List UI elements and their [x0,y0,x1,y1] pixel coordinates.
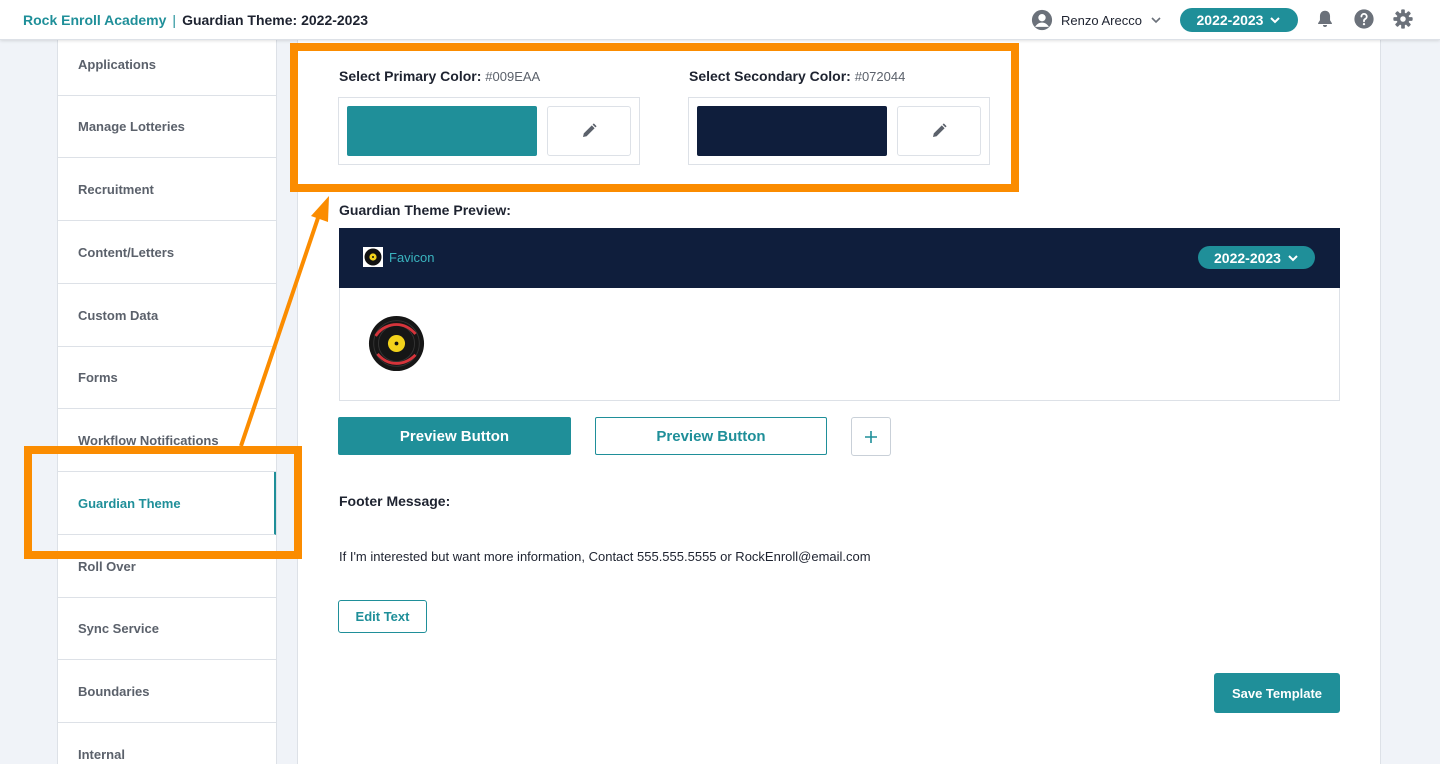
preview-body [339,288,1340,401]
sidebar-item-custom-data[interactable]: Custom Data [58,284,276,347]
preview-primary-button[interactable]: Preview Button [338,417,571,455]
bell-icon[interactable] [1314,8,1336,30]
sidebar-item-sync-service[interactable]: Sync Service [58,597,276,660]
secondary-color-swatch[interactable] [697,106,887,156]
preview-favicon: Favicon [363,247,435,267]
sidebar-item-boundaries[interactable]: Boundaries [58,660,276,723]
sidebar-item-internal[interactable]: Internal [58,723,276,764]
sidebar-item-guardian-theme[interactable]: Guardian Theme [58,472,276,535]
gear-icon[interactable] [1392,8,1414,30]
preview-year-selector[interactable]: 2022-2023 [1198,246,1315,269]
sidebar-item-content-letters[interactable]: Content/Letters [58,221,276,284]
preview-outline-button[interactable]: Preview Button [595,417,827,455]
sidebar-item-label: Boundaries [78,683,150,699]
plus-icon [865,430,877,443]
school-logo-icon [368,315,425,372]
sidebar-item-label: Guardian Theme [78,495,181,511]
top-bar: Rock Enroll Academy | Guardian Theme: 2022… [0,0,1440,40]
secondary-color-title: Select Secondary Color: [689,68,851,84]
user-icon [1031,9,1053,31]
sidebar-item-label: Roll Over [78,558,136,574]
edit-secondary-color-button[interactable] [897,106,981,156]
user-menu[interactable]: Renzo Arecco [1031,9,1162,31]
chevron-down-icon [1270,17,1281,24]
sidebar-item-label: Sync Service [78,620,159,636]
sidebar-item-label: Internal [78,746,125,762]
footer-message-text: If I'm interested but want more informat… [339,549,871,564]
add-preview-button[interactable] [851,417,891,456]
primary-color-hex: #009EAA [485,69,541,84]
sidebar-item-label: Custom Data [78,307,159,323]
footer-message-title: Footer Message: [339,493,451,509]
favicon-record-icon [363,247,383,267]
sidebar-item-label: Forms [78,369,118,385]
favicon-label: Favicon [389,249,435,265]
year-selector[interactable]: 2022-2023 [1180,8,1298,32]
chevron-down-icon [1151,17,1161,24]
primary-color-title: Select Primary Color: [339,68,482,84]
year-selector-label: 2022-2023 [1196,12,1264,28]
sidebar-item-label: Content/Letters [78,244,175,260]
user-name: Renzo Arecco [1061,12,1142,28]
sidebar-item-label: Applications [78,56,157,72]
preview-header [339,228,1340,288]
sidebar-item-recruitment[interactable]: Recruitment [58,158,276,221]
sidebar-item-roll-over[interactable]: Roll Over [58,535,276,598]
breadcrumb-separator: | [172,12,177,28]
sidebar-item-manage-lotteries[interactable]: Manage Lotteries [58,95,276,158]
sidebar-item-forms[interactable]: Forms [58,346,276,409]
primary-color-label: Select Primary Color: #009EAA [339,68,540,84]
chevron-down-icon [1288,254,1298,261]
secondary-color-picker [688,97,990,165]
pencil-icon [933,123,947,137]
edit-text-button[interactable]: Edit Text [338,600,427,633]
pencil-icon [583,123,597,137]
preview-title: Guardian Theme Preview: [339,202,511,218]
secondary-color-label: Select Secondary Color: #072044 [689,68,905,84]
sidebar-item-workflow-notifications[interactable]: Workflow Notifications [58,409,276,472]
sidebar-item-label: Recruitment [78,181,154,197]
primary-color-picker [338,97,640,165]
sidebar: Applications Manage Lotteries Recruitmen… [57,32,277,764]
breadcrumb: Rock Enroll Academy | Guardian Theme: 2022… [23,12,368,28]
save-template-button[interactable]: Save Template [1214,673,1340,713]
help-icon[interactable] [1353,8,1375,30]
edit-primary-color-button[interactable] [547,106,631,156]
sidebar-item-applications[interactable]: Applications [58,33,276,96]
primary-color-swatch[interactable] [347,106,537,156]
preview-year-label: 2022-2023 [1214,249,1281,266]
secondary-color-hex: #072044 [854,69,906,84]
sidebar-item-label: Manage Lotteries [78,118,185,134]
school-name-link[interactable]: Rock Enroll Academy [23,12,166,28]
page-title: Guardian Theme: 2022-2023 [182,12,369,28]
sidebar-item-label: Workflow Notifications [78,432,219,448]
